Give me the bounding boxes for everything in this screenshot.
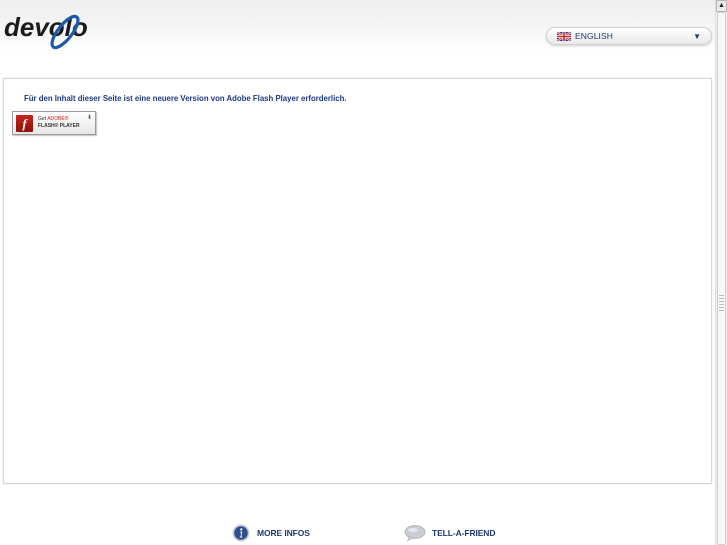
more-infos-label: MORE INFOS [257, 528, 310, 538]
scroll-grip [719, 295, 724, 313]
language-label: ENGLISH [575, 31, 614, 41]
flash-required-notice: Für den Inhalt dieser Seite ist eine neu… [24, 94, 347, 103]
more-infos-link[interactable]: MORE INFOS [232, 524, 322, 542]
scroll-thumb[interactable] [717, 12, 726, 545]
adobe-flash-icon: f [16, 115, 33, 132]
scroll-up-button[interactable]: ▲ [716, 0, 727, 12]
tell-a-friend-label: TELL-A-FRIEND [432, 528, 496, 538]
vertical-scrollbar[interactable]: ▲ [715, 0, 727, 545]
uk-flag-icon [557, 32, 571, 41]
download-arrow-icon: ⬇ [86, 115, 92, 121]
content-panel: Für den Inhalt dieser Seite ist eine neu… [3, 78, 712, 484]
language-selector[interactable]: ENGLISH ▼ [546, 27, 712, 45]
get-flash-player-button[interactable]: f Get ADOBE® FLASH® PLAYER ⬇ [12, 111, 96, 135]
header-bar: devolo ENGLISH ▼ [0, 0, 715, 52]
info-icon [232, 524, 250, 542]
speech-bubble-icon [404, 525, 426, 542]
chevron-down-icon: ▼ [693, 32, 701, 41]
tell-a-friend-link[interactable]: TELL-A-FRIEND [404, 524, 514, 542]
devolo-logo[interactable]: devolo [2, 6, 116, 56]
flash-badge-line1: Get ADOBE® [38, 116, 69, 122]
flash-badge-line2: FLASH® PLAYER [38, 123, 80, 129]
